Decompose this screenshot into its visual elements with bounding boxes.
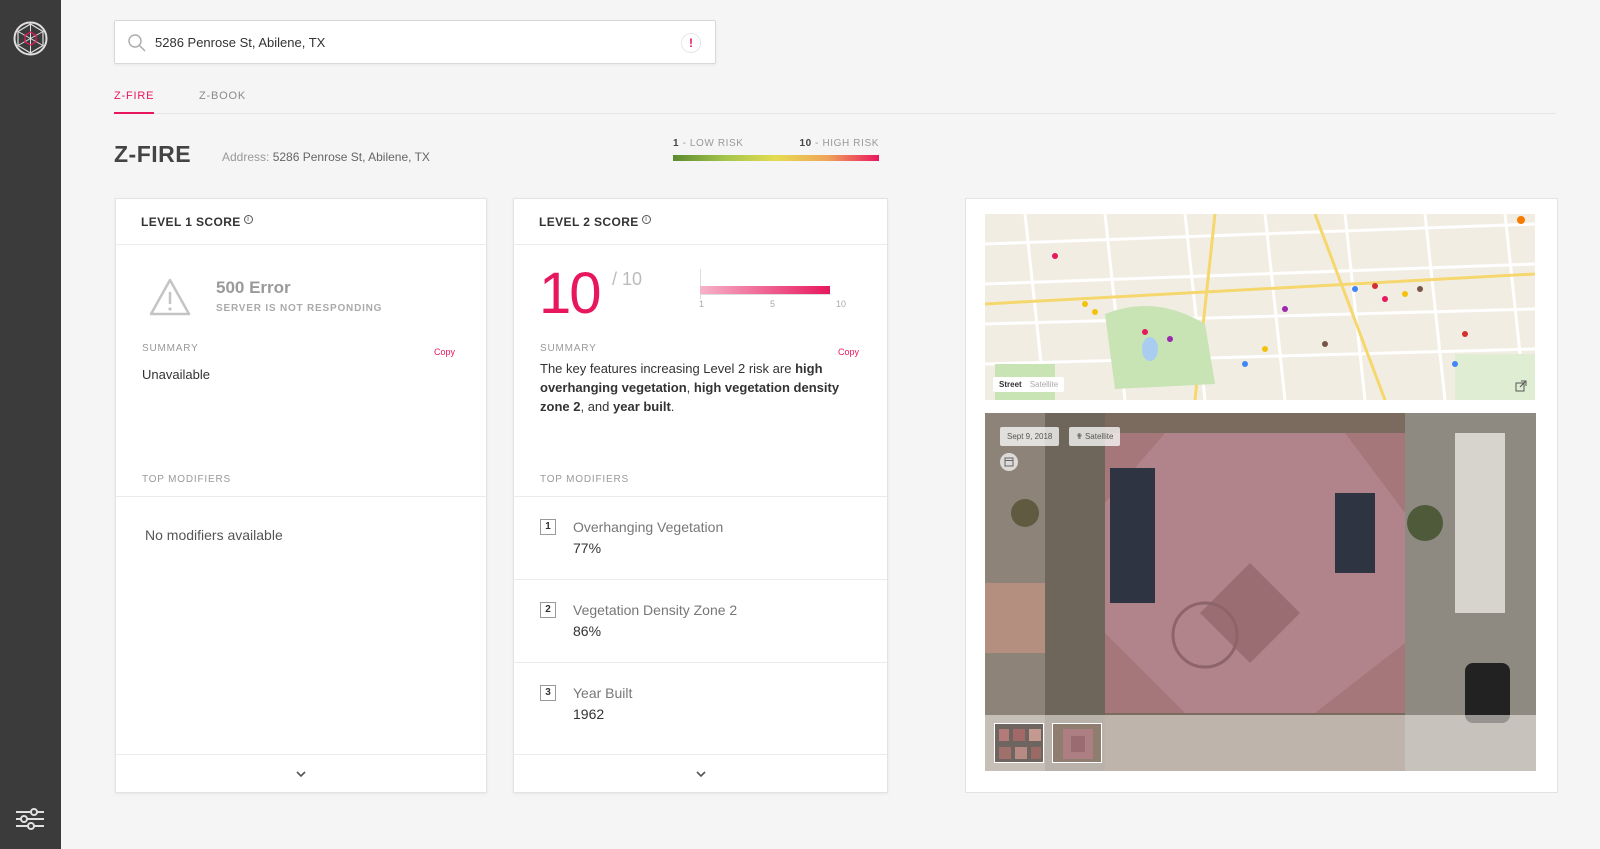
warning-icon — [149, 278, 191, 316]
alert-icon[interactable]: ! — [681, 33, 701, 53]
address-label: Address: — [222, 150, 270, 164]
thumbnail-graphic — [1053, 724, 1101, 762]
gauge-fill — [700, 286, 830, 294]
summary-label: SUMMARY — [540, 343, 597, 354]
modifier-row: 3 Year Built 1962 — [514, 662, 887, 744]
copy-summary-link[interactable]: Copy — [434, 347, 455, 357]
image-thumbnail[interactable] — [994, 723, 1044, 763]
legend-gradient-bar — [673, 155, 879, 161]
info-icon[interactable]: i — [641, 215, 651, 224]
search-icon — [128, 34, 146, 52]
image-source-label: Satellite — [1084, 432, 1114, 441]
logo-icon[interactable] — [12, 20, 49, 57]
card-title: LEVEL 1 SCORE — [141, 215, 241, 229]
legend-high: 10 - HIGH RISK — [799, 138, 879, 149]
address-search-input[interactable] — [155, 21, 665, 63]
image-thumbnail[interactable] — [1052, 723, 1102, 763]
filter-sliders-icon[interactable] — [14, 806, 46, 832]
calendar-icon[interactable] — [1000, 453, 1018, 471]
modifier-value: 86% — [573, 623, 602, 639]
chevron-down-icon[interactable] — [291, 764, 311, 784]
divider — [116, 496, 486, 497]
copy-summary-link[interactable]: Copy — [838, 347, 859, 357]
external-link-icon[interactable] — [1515, 380, 1527, 392]
summary-text: The key features increasing Level 2 risk… — [540, 361, 840, 414]
image-date-chip[interactable]: Sept 9, 2018 — [1000, 427, 1060, 446]
thumbnail-graphic — [995, 724, 1043, 762]
modifier-row: 2 Vegetation Density Zone 2 86% — [514, 579, 887, 661]
tab-z-fire[interactable]: Z-FIRE — [114, 90, 155, 114]
imagery-card: Street Satellite Sept 9, 2018 ✟ Satellit… — [965, 198, 1558, 793]
error-title: 500 Error — [216, 278, 291, 297]
tab-z-book[interactable]: Z-BOOK — [199, 90, 246, 112]
satellite-icon: ✟ — [1076, 432, 1083, 441]
gauge-tick: 1 — [699, 299, 705, 309]
modifier-rank: 1 — [540, 519, 556, 535]
image-source-chip[interactable]: ✟ Satellite — [1069, 427, 1121, 446]
aerial-image[interactable]: Sept 9, 2018 ✟ Satellite — [985, 413, 1536, 771]
modifier-name: Year Built — [573, 685, 633, 701]
map-street-button[interactable]: Street — [999, 380, 1022, 389]
modifier-value: 77% — [573, 540, 602, 556]
modifier-name: Vegetation Density Zone 2 — [573, 602, 738, 618]
card-title: LEVEL 2 SCORE — [539, 215, 639, 229]
score-value: 10 — [539, 261, 601, 326]
street-map[interactable]: Street Satellite — [985, 214, 1535, 400]
summary-text: Unavailable — [142, 367, 210, 382]
tab-bar: Z-FIRE Z-BOOK — [114, 84, 1556, 114]
info-icon[interactable]: i — [243, 215, 253, 224]
chevron-down-icon[interactable] — [691, 764, 711, 784]
map-type-toggle: Street Satellite — [993, 377, 1065, 392]
card-header: LEVEL 1 SCORE i — [116, 199, 486, 245]
card-header: LEVEL 2 SCORE i — [514, 199, 887, 245]
card-footer — [514, 754, 887, 792]
thumbnail-strip — [985, 715, 1536, 771]
page-title: Z-FIRE — [114, 141, 192, 167]
gauge-baseline — [700, 294, 830, 295]
top-modifiers-label: TOP MODIFIERS — [142, 474, 231, 485]
modifier-row: 1 Overhanging Vegetation 77% — [514, 496, 887, 578]
modifier-name: Overhanging Vegetation — [573, 519, 724, 535]
map-graphic — [985, 214, 1535, 400]
level-1-score-card: LEVEL 1 SCORE i 500 Error SERVER IS NOT R… — [115, 198, 487, 793]
address-value: 5286 Penrose St, Abilene, TX — [272, 150, 430, 164]
card-footer — [116, 754, 486, 792]
score-gauge: 1 5 10 — [699, 269, 847, 309]
map-satellite-button[interactable]: Satellite — [1030, 380, 1058, 389]
address-search-bar: ! — [114, 20, 716, 64]
modifier-rank: 3 — [540, 685, 556, 701]
summary-label: SUMMARY — [142, 343, 199, 354]
level-2-score-card: LEVEL 2 SCORE i 10 / 10 1 5 10 SUMMARY Co… — [513, 198, 888, 793]
legend-low: 1 - LOW RISK — [673, 138, 744, 149]
address-display: Address: 5286 Penrose St, Abilene, TX — [222, 150, 430, 164]
modifier-rank: 2 — [540, 602, 556, 618]
gauge-tick: 10 — [836, 299, 847, 309]
score-max: / 10 — [612, 269, 643, 289]
modifier-value: 1962 — [573, 706, 605, 722]
top-modifiers-label: TOP MODIFIERS — [540, 474, 629, 485]
error-subtitle: SERVER IS NOT RESPONDING — [216, 303, 383, 314]
sidebar — [0, 0, 61, 849]
no-modifiers-text: No modifiers available — [145, 527, 283, 543]
gauge-tick: 5 — [770, 299, 776, 309]
